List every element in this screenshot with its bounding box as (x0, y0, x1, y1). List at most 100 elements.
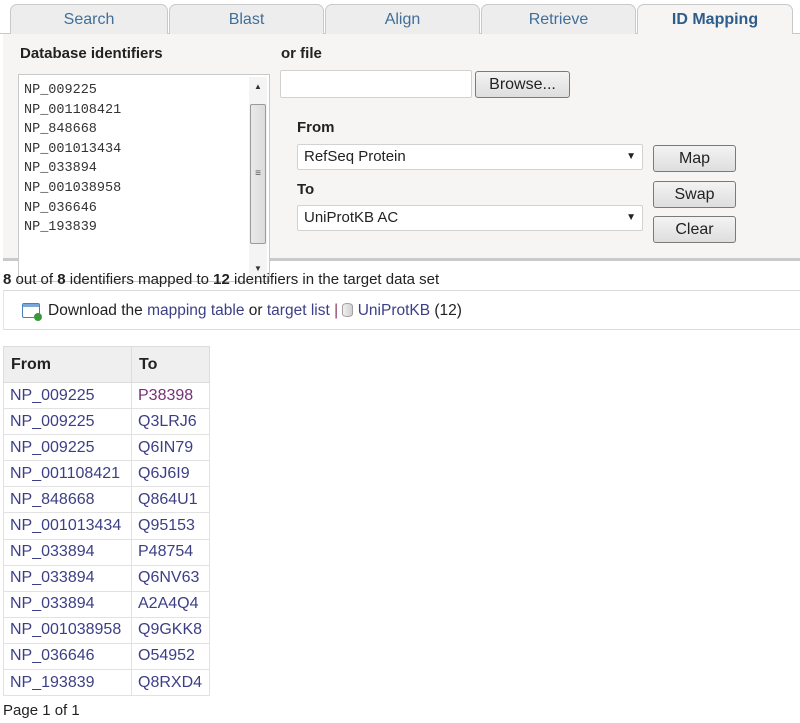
from-cell: NP_033894 (3, 590, 132, 618)
to-cell: Q864U1 (131, 486, 210, 514)
to-id-link[interactable]: Q9GKK8 (138, 621, 202, 638)
identifier-line: NP_033894 (24, 161, 97, 177)
column-header-from[interactable]: From (3, 346, 132, 383)
from-cell: NP_193839 (3, 669, 132, 697)
from-cell: NP_036646 (3, 642, 132, 671)
to-id-link[interactable]: Q8RXD4 (138, 674, 202, 691)
table-row: NP_033894 P48754 (3, 538, 210, 566)
to-id-link[interactable]: Q6IN79 (138, 439, 193, 456)
tab-align[interactable]: Align (325, 4, 480, 34)
table-row: NP_001108421 Q6J6I9 (3, 460, 210, 488)
from-id-link[interactable]: NP_033894 (10, 543, 95, 560)
to-id-link[interactable]: P48754 (138, 543, 193, 560)
table-row: NP_001038958 Q9GKK8 (3, 616, 210, 644)
uniprotkb-link[interactable]: UniProtKB (358, 302, 430, 319)
to-cell: P38398 (131, 381, 210, 410)
column-header-to[interactable]: To (131, 346, 210, 383)
total-count: 8 (57, 271, 66, 288)
identifiers-textarea[interactable]: NP_009225 NP_001108421 NP_848668 NP_0010134… (18, 74, 270, 282)
table-row: NP_009225 Q3LRJ6 (3, 408, 210, 436)
table-row: NP_009225 P38398 (3, 381, 210, 410)
to-cell: Q9GKK8 (131, 616, 210, 644)
database-icon (342, 303, 354, 317)
from-select[interactable]: RefSeq Protein ▼ (297, 144, 643, 170)
from-id-link[interactable]: NP_009225 (10, 439, 95, 456)
from-id-link[interactable]: NP_193839 (10, 674, 95, 691)
tab-search[interactable]: Search (10, 4, 168, 34)
download-prefix: Download the (48, 302, 148, 319)
mapping-table-link[interactable]: mapping table (147, 302, 244, 319)
to-id-link[interactable]: Q95153 (138, 517, 195, 534)
to-cell: P48754 (131, 538, 210, 566)
from-id-link[interactable]: NP_033894 (10, 569, 95, 586)
to-id-link[interactable]: P38398 (138, 387, 193, 404)
identifiers-list: NP_009225 NP_001108421 NP_848668 NP_0010134… (24, 81, 121, 238)
target-count: 12 (213, 271, 230, 288)
tab-id-mapping[interactable]: ID Mapping (637, 4, 793, 35)
table-row: NP_193839 Q8RXD4 (3, 669, 210, 697)
from-cell: NP_033894 (3, 538, 132, 566)
from-id-link[interactable]: NP_001038958 (10, 621, 121, 638)
from-id-link[interactable]: NP_848668 (10, 491, 95, 508)
to-value: UniProtKB AC (304, 209, 399, 226)
to-id-link[interactable]: O54952 (138, 647, 195, 664)
browse-button[interactable]: Browse... (475, 71, 570, 98)
chevron-down-icon: ▼ (626, 212, 636, 223)
to-id-link[interactable]: Q864U1 (138, 491, 198, 508)
from-cell: NP_848668 (3, 486, 132, 514)
download-bar: Download the mapping table or target lis… (3, 290, 800, 330)
from-cell: NP_001013434 (3, 512, 132, 540)
from-id-link[interactable]: NP_009225 (10, 387, 95, 404)
separator: | (329, 302, 343, 319)
swap-button[interactable]: Swap (653, 181, 736, 208)
to-cell: Q6J6I9 (131, 460, 210, 488)
db-count: (12) (430, 302, 462, 319)
tab-retrieve[interactable]: Retrieve (481, 4, 636, 34)
scroll-thumb[interactable]: ≡ (250, 104, 266, 244)
tab-blast[interactable]: Blast (169, 4, 324, 34)
to-id-link[interactable]: A2A4Q4 (138, 595, 198, 612)
chevron-down-icon: ▼ (626, 151, 636, 162)
to-cell: A2A4Q4 (131, 590, 210, 618)
from-id-link[interactable]: NP_009225 (10, 413, 95, 430)
table-header-row: From To (3, 346, 210, 383)
to-id-link[interactable]: Q6J6I9 (138, 465, 190, 482)
to-id-link[interactable]: Q3LRJ6 (138, 413, 197, 430)
table-row: NP_001013434 Q95153 (3, 512, 210, 540)
to-cell: Q8RXD4 (131, 669, 210, 697)
identifier-line: NP_009225 (24, 83, 97, 98)
from-id-link[interactable]: NP_033894 (10, 595, 95, 612)
from-id-link[interactable]: NP_001013434 (10, 517, 121, 534)
from-id-link[interactable]: NP_036646 (10, 647, 95, 664)
summary-text: identifiers in the target data set (229, 271, 440, 288)
to-cell: Q6NV63 (131, 564, 210, 592)
file-path-input[interactable] (280, 70, 472, 98)
clear-button[interactable]: Clear (653, 216, 736, 243)
mapping-summary: 8 out of 8 identifiers mapped to 12 iden… (3, 271, 439, 288)
summary-text: out of (11, 271, 58, 288)
map-button[interactable]: Map (653, 145, 736, 172)
file-label: or file (281, 45, 322, 62)
from-cell: NP_009225 (3, 381, 132, 410)
from-label: From (297, 119, 335, 136)
identifier-line: NP_001038958 (24, 180, 122, 196)
target-list-link[interactable]: target list (267, 302, 330, 319)
from-id-link[interactable]: NP_001108421 (10, 465, 120, 482)
from-cell: NP_009225 (3, 408, 132, 436)
from-cell: NP_033894 (3, 564, 132, 592)
identifier-line: NP_036646 (24, 200, 97, 216)
to-id-link[interactable]: Q6NV63 (138, 569, 199, 586)
download-or: or (244, 302, 267, 319)
identifier-line: NP_001013434 (24, 141, 122, 157)
identifiers-scrollbar[interactable]: ▲ ≡ ▼ (249, 77, 267, 279)
to-select[interactable]: UniProtKB AC ▼ (297, 205, 643, 231)
from-cell: NP_001108421 (3, 460, 132, 488)
table-row: NP_033894 Q6NV63 (3, 564, 210, 592)
to-cell: Q3LRJ6 (131, 408, 210, 436)
from-cell: NP_001038958 (3, 616, 132, 644)
to-cell: Q6IN79 (131, 434, 210, 462)
identifiers-label: Database identifiers (20, 45, 163, 62)
table-row: NP_033894 A2A4Q4 (3, 590, 210, 618)
download-icon (22, 303, 42, 321)
scroll-up-icon[interactable]: ▲ (249, 79, 267, 95)
